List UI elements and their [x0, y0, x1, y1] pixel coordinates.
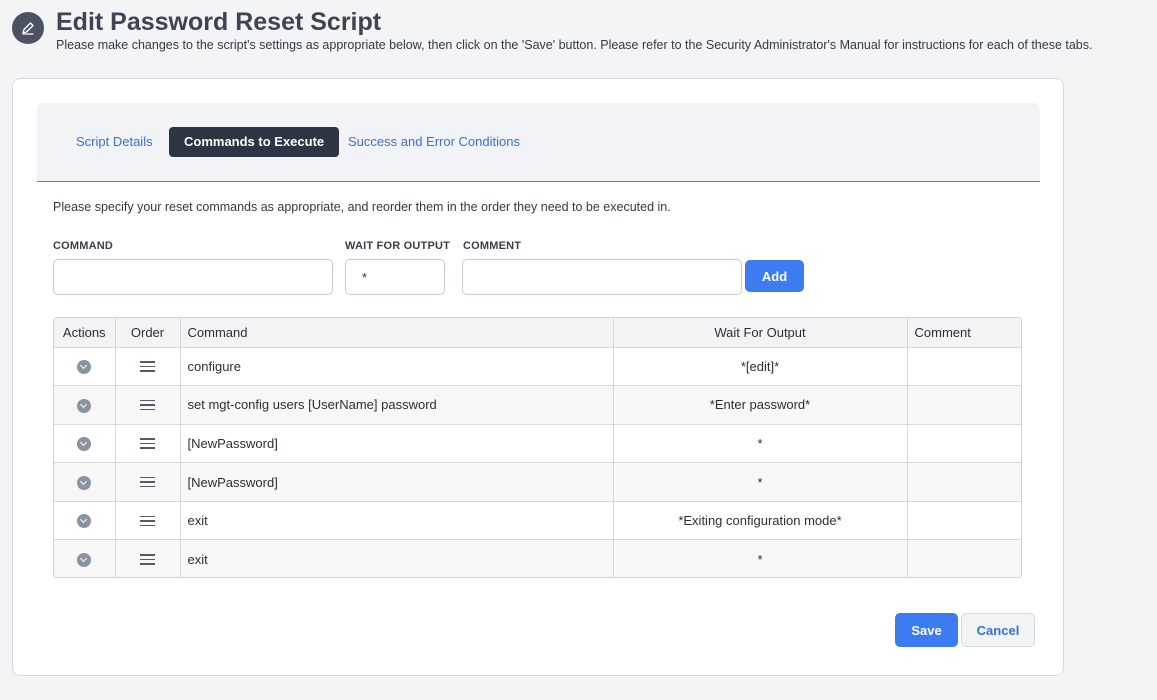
column-header-wait-for-output: Wait For Output	[613, 318, 908, 348]
command-cell: configure	[180, 347, 614, 387]
comment-input[interactable]	[462, 259, 742, 295]
wait-for-output-label: WAIT FOR OUTPUT	[345, 240, 451, 252]
column-header-order: Order	[115, 318, 181, 348]
column-header-comment: Comment	[907, 318, 1021, 348]
cancel-button[interactable]: Cancel	[961, 613, 1035, 647]
drag-handle-icon[interactable]	[140, 435, 155, 452]
page-header: Edit Password Reset Script Please make c…	[12, 8, 1157, 68]
command-label: COMMAND	[53, 240, 114, 252]
tab-script-details[interactable]: Script Details	[68, 127, 161, 157]
table-row: exit *Exiting configuration mode*	[54, 501, 1021, 541]
page-title: Edit Password Reset Script	[56, 8, 382, 36]
comment-cell	[907, 385, 1021, 425]
table-row: configure *[edit]*	[54, 347, 1021, 387]
column-header-command: Command	[180, 318, 614, 348]
wait-for-output-cell: *	[613, 424, 908, 464]
add-button[interactable]: Add	[745, 260, 804, 292]
table-row: [NewPassword] *	[54, 424, 1021, 464]
script-editor-card: Script Details Commands to Execute Succe…	[12, 78, 1064, 676]
comment-label: COMMENT	[463, 240, 522, 252]
row-actions-dropdown-icon[interactable]	[77, 514, 92, 529]
command-cell: [NewPassword]	[180, 424, 614, 464]
wait-for-output-cell: *[edit]*	[613, 347, 908, 387]
comment-cell	[907, 501, 1021, 541]
row-actions-dropdown-icon[interactable]	[77, 360, 92, 375]
wait-for-output-input[interactable]	[345, 259, 445, 295]
command-cell: exit	[180, 539, 614, 577]
row-actions-dropdown-icon[interactable]	[77, 553, 92, 568]
page-subtitle: Please make changes to the script's sett…	[56, 38, 1093, 52]
command-input[interactable]	[53, 259, 333, 295]
row-actions-dropdown-icon[interactable]	[77, 437, 92, 452]
command-cell: [NewPassword]	[180, 462, 614, 502]
pencil-icon	[12, 12, 44, 44]
save-button[interactable]: Save	[895, 613, 958, 647]
command-cell: exit	[180, 501, 614, 541]
tab-success-and-error-conditions[interactable]: Success and Error Conditions	[340, 127, 528, 157]
comment-cell	[907, 462, 1021, 502]
drag-handle-icon[interactable]	[140, 551, 155, 568]
table-row: set mgt-config users [UserName] password…	[54, 385, 1021, 425]
column-header-actions: Actions	[54, 318, 116, 348]
drag-handle-icon[interactable]	[140, 513, 155, 530]
table-header-row: Actions Order Command Wait For Output Co…	[54, 318, 1021, 348]
comment-cell	[907, 424, 1021, 464]
command-cell: set mgt-config users [UserName] password	[180, 385, 614, 425]
tab-commands-to-execute[interactable]: Commands to Execute	[169, 127, 340, 157]
table-row: exit *	[54, 539, 1021, 577]
commands-table: Actions Order Command Wait For Output Co…	[53, 317, 1022, 578]
instructions-text: Please specify your reset commands as ap…	[53, 200, 671, 214]
wait-for-output-cell: *	[613, 539, 908, 577]
tab-bar: Script Details Commands to Execute Succe…	[37, 103, 1040, 182]
drag-handle-icon[interactable]	[140, 397, 155, 414]
wait-for-output-cell: *Exiting configuration mode*	[613, 501, 908, 541]
wait-for-output-cell: *	[613, 462, 908, 502]
comment-cell	[907, 347, 1021, 387]
drag-handle-icon[interactable]	[140, 358, 155, 375]
row-actions-dropdown-icon[interactable]	[77, 398, 92, 413]
comment-cell	[907, 539, 1021, 577]
row-actions-dropdown-icon[interactable]	[77, 475, 92, 490]
drag-handle-icon[interactable]	[140, 474, 155, 491]
table-row: [NewPassword] *	[54, 462, 1021, 502]
wait-for-output-cell: *Enter password*	[613, 385, 908, 425]
